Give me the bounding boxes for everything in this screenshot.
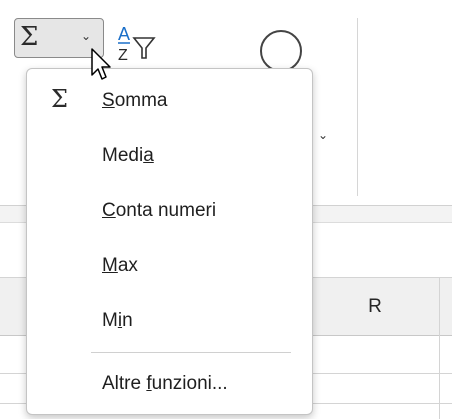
ribbon-group-divider — [357, 18, 358, 196]
menu-item-label: Max — [102, 255, 138, 276]
menu-item-somma[interactable]: Σ Somma — [27, 76, 312, 126]
sort-filter-icon: A Z — [118, 24, 156, 64]
chevron-down-icon[interactable]: ⌄ — [318, 128, 328, 142]
menu-item-label: Conta numeri — [102, 200, 217, 221]
column-header-r[interactable]: R — [311, 278, 439, 335]
mouse-pointer-icon — [91, 48, 111, 80]
autosum-dropdown-menu: Σ Somma Media Conta numeri Max Min Altre… — [26, 68, 313, 415]
sigma-icon: Σ — [51, 85, 68, 113]
menu-item-conta-numeri[interactable]: Conta numeri — [27, 186, 312, 236]
menu-item-label: Media — [102, 145, 154, 166]
menu-item-media[interactable]: Media — [27, 131, 312, 181]
find-select-icon[interactable] — [260, 30, 302, 72]
chevron-down-icon: ⌄ — [81, 29, 92, 43]
menu-item-label: Min — [102, 310, 133, 331]
menu-item-altre-funzioni[interactable]: Altre funzioni... — [27, 359, 312, 409]
sort-filter-button[interactable]: A Z — [114, 22, 160, 73]
sigma-icon: Σ — [20, 22, 39, 52]
svg-text:A: A — [118, 24, 130, 44]
column-separator — [439, 278, 440, 419]
menu-separator — [91, 352, 291, 353]
menu-item-min[interactable]: Min — [27, 296, 312, 346]
menu-item-label: Somma — [102, 90, 168, 111]
menu-item-max[interactable]: Max — [27, 241, 312, 291]
menu-item-label: Altre funzioni... — [102, 373, 228, 394]
